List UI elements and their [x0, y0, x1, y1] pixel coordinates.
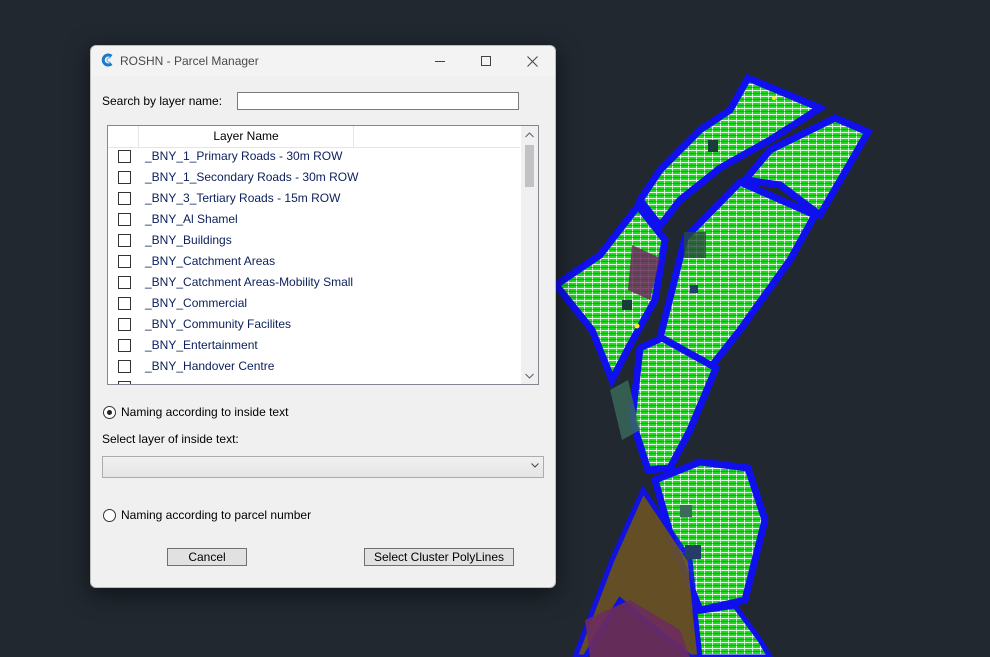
layer-label: _BNY_Commercial [145, 296, 248, 310]
list-item[interactable]: _BNY_Handover Centre [108, 356, 520, 377]
list-item[interactable]: _BNY_Buildings [108, 230, 520, 251]
list-item[interactable]: _BNY_Al Shamel [108, 209, 520, 230]
list-item[interactable]: _BNY_Entertainment [108, 335, 520, 356]
close-icon [526, 55, 538, 67]
list-item[interactable]: _BNY_1_Secondary Roads - 30m ROW [108, 167, 520, 188]
layer-checkbox[interactable] [118, 318, 131, 331]
layer-label: _BNY_Catchment Areas [145, 254, 276, 268]
header-check-column[interactable] [108, 126, 139, 147]
parcel-cluster-north[interactable] [550, 73, 873, 474]
search-label: Search by layer name: [102, 94, 223, 108]
chevron-up-icon [525, 131, 534, 137]
list-item[interactable]: _BNY_Commercial [108, 293, 520, 314]
layer-label: _BNY_Buildings [145, 233, 232, 247]
layer-checkbox[interactable] [118, 192, 131, 205]
inside-text-radio-label[interactable]: Naming according to inside text [121, 405, 288, 419]
chevron-down-icon [525, 373, 534, 379]
layer-checkbox[interactable] [118, 234, 131, 247]
parcel-number-radio-label[interactable]: Naming according to parcel number [121, 508, 311, 522]
parcel-number-radio[interactable] [103, 509, 116, 522]
layer-checkbox[interactable] [118, 213, 131, 226]
select-layer-label: Select layer of inside text: [102, 432, 239, 446]
minimize-icon [435, 61, 445, 62]
scroll-down-button[interactable] [521, 367, 538, 384]
list-item[interactable]: _BNY_Community Facilites [108, 314, 520, 335]
layer-rows: _BNY_1_Primary Roads - 30m ROW _BNY_1_Se… [108, 146, 520, 384]
header-layer-name[interactable]: Layer Name [139, 126, 354, 147]
inside-text-radio[interactable] [103, 406, 116, 419]
layer-checkbox[interactable] [118, 360, 131, 373]
layer-label: _BNY_Al Shamel [145, 212, 238, 226]
search-input[interactable] [237, 92, 519, 110]
dialog-title: ROSHN - Parcel Manager [120, 54, 259, 68]
close-button[interactable] [509, 46, 555, 76]
list-item-partial[interactable] [108, 377, 520, 384]
maximize-icon [481, 56, 491, 66]
list-item[interactable]: _BNY_1_Primary Roads - 30m ROW [108, 146, 520, 167]
minimize-button[interactable] [417, 46, 463, 76]
layer-label: _BNY_1_Secondary Roads - 30m ROW [145, 170, 359, 184]
scroll-thumb[interactable] [525, 145, 534, 187]
chevron-down-icon [531, 463, 539, 468]
layer-checkbox[interactable] [118, 381, 131, 384]
layer-checkbox[interactable] [118, 171, 131, 184]
cancel-button[interactable]: Cancel [167, 548, 247, 566]
inside-text-layer-select[interactable] [102, 456, 544, 478]
scroll-up-button[interactable] [521, 126, 538, 143]
layer-checkbox[interactable] [118, 276, 131, 289]
layer-label: _BNY_Entertainment [145, 338, 258, 352]
list-item[interactable]: _BNY_3_Tertiary Roads - 15m ROW [108, 188, 520, 209]
layer-label: _BNY_3_Tertiary Roads - 15m ROW [145, 191, 341, 205]
layer-list[interactable]: Layer Name _BNY_1_Primary Roads - 30m RO… [107, 125, 539, 385]
list-item[interactable]: _BNY_Catchment Areas-Mobility Small [108, 272, 520, 293]
parcel-cluster-south[interactable] [572, 458, 773, 657]
parcel-manager-dialog: ROSHN - Parcel Manager Search by layer n… [90, 45, 556, 588]
layer-checkbox[interactable] [118, 255, 131, 268]
select-cluster-polylines-button[interactable]: Select Cluster PolyLines [364, 548, 514, 566]
layer-label: _BNY_Catchment Areas-Mobility Small [145, 275, 354, 289]
layer-checkbox[interactable] [118, 339, 131, 352]
title-bar[interactable]: ROSHN - Parcel Manager [91, 46, 555, 76]
list-header: Layer Name [108, 126, 520, 148]
vertical-scrollbar[interactable] [521, 126, 538, 384]
layer-label: _BNY_1_Primary Roads - 30m ROW [145, 149, 343, 163]
maximize-button[interactable] [463, 46, 509, 76]
layer-checkbox[interactable] [118, 297, 131, 310]
civil3d-c-icon [101, 53, 113, 67]
layer-label: _BNY_Community Facilites [145, 317, 292, 331]
layer-checkbox[interactable] [118, 150, 131, 163]
layer-label: _BNY_Handover Centre [145, 359, 275, 373]
list-item[interactable]: _BNY_Catchment Areas [108, 251, 520, 272]
